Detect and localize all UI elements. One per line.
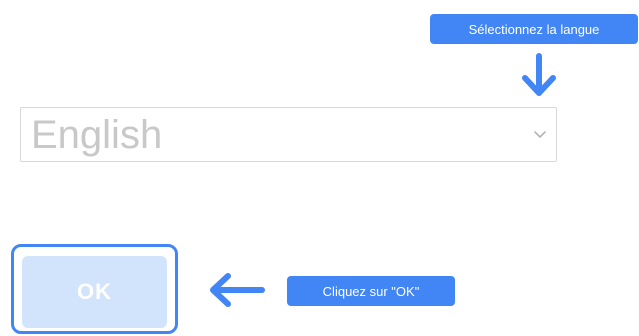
arrow-left-icon (210, 273, 265, 307)
callout-click-ok: Cliquez sur "OK" (287, 276, 455, 306)
ok-button[interactable]: OK (22, 256, 167, 328)
callout-select-language: Sélectionnez la langue (430, 14, 638, 44)
arrow-down-icon (522, 53, 556, 96)
chevron-down-icon (534, 131, 546, 138)
language-select[interactable]: English (20, 107, 557, 162)
language-select-value: English (31, 113, 163, 157)
